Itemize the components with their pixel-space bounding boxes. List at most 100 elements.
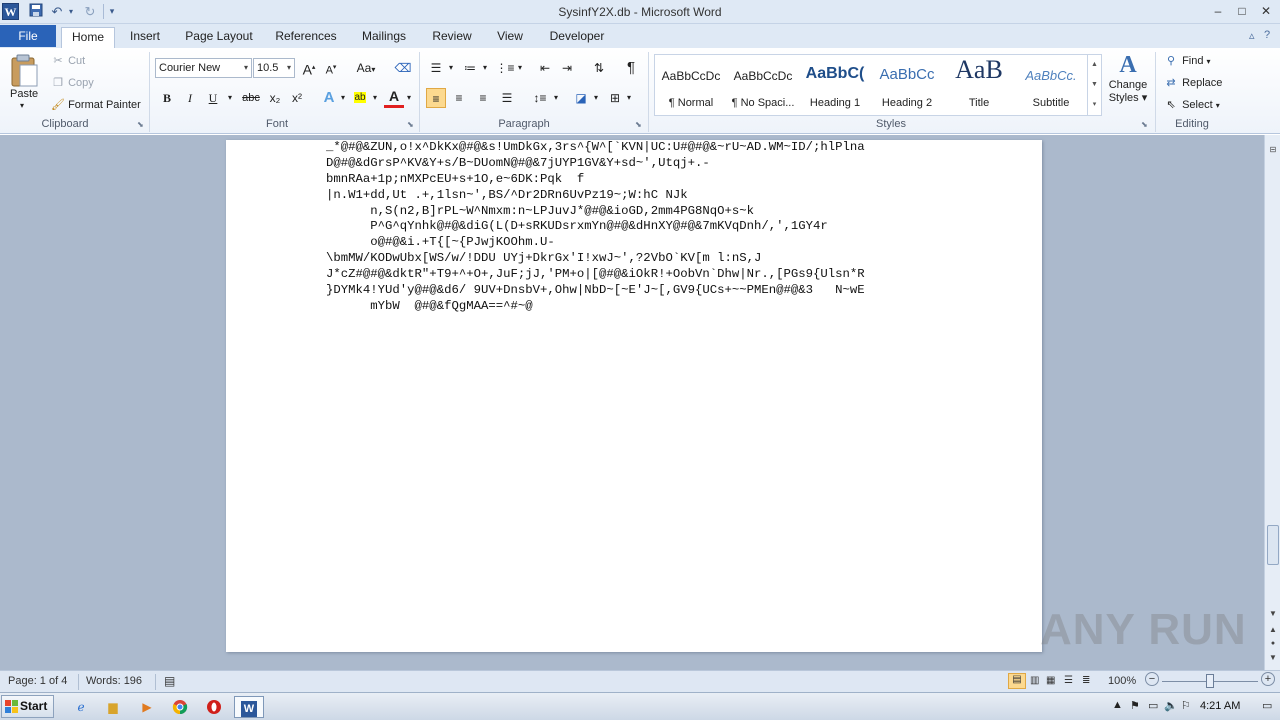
tab-mailings[interactable]: Mailings — [354, 27, 414, 48]
volume-icon[interactable]: 🔈 — [1164, 699, 1178, 712]
style-normal[interactable]: AaBbCcDc ¶ Normal — [655, 55, 727, 115]
clipboard-launcher-icon[interactable]: ⬊ — [137, 120, 144, 129]
zoom-slider-thumb[interactable] — [1206, 674, 1214, 688]
style-subtitle[interactable]: AaBbCc. Subtitle — [1015, 55, 1087, 115]
show-desktop-icon[interactable]: ▭ — [1262, 699, 1272, 712]
document-line[interactable]: mYbW @#@&fQgMAA==^#~@ — [326, 299, 1042, 315]
next-page-icon[interactable]: ▼ — [1266, 651, 1280, 665]
previous-page-icon[interactable]: ▲ — [1266, 623, 1280, 637]
shrink-font-icon[interactable]: A▾ — [321, 58, 341, 78]
increase-indent-icon[interactable]: ⇥ — [557, 58, 577, 78]
style-no-spacing[interactable]: AaBbCcDc ¶ No Spaci... — [727, 55, 799, 115]
replace-button[interactable]: ⇄ Replace — [1163, 76, 1222, 89]
tray-expand-icon[interactable]: ▲ — [1112, 699, 1123, 711]
cut-button[interactable]: ✂ Cut — [51, 54, 85, 67]
browse-object-icon[interactable]: ● — [1266, 637, 1280, 651]
text-effects-dropdown-icon[interactable]: ▾ — [338, 88, 348, 108]
format-painter-button[interactable]: 🖌 Format Painter — [51, 98, 141, 111]
help-icon[interactable]: ? — [1264, 29, 1270, 41]
action-center-icon[interactable]: ⚑ — [1130, 699, 1140, 712]
print-layout-view-icon[interactable]: ▤ — [1008, 673, 1026, 689]
numbering-dropdown-icon[interactable]: ▾ — [480, 58, 490, 78]
style-heading-1[interactable]: AaBbC( Heading 1 — [799, 55, 871, 115]
outline-view-icon[interactable]: ☰ — [1064, 675, 1073, 686]
clear-formatting-icon[interactable]: ⌫ — [393, 58, 413, 78]
font-size-dropdown[interactable]: 10.5 ▾ — [253, 58, 295, 78]
multilevel-dropdown-icon[interactable]: ▾ — [515, 58, 525, 78]
font-color-icon[interactable]: A — [384, 88, 404, 108]
shading-icon[interactable]: ◪ — [571, 88, 591, 108]
sort-icon[interactable]: ⇅ — [589, 58, 609, 78]
maximize-button[interactable]: □ — [1231, 2, 1253, 20]
show-hide-marks-icon[interactable]: ¶ — [621, 58, 641, 78]
vertical-scrollbar[interactable]: ⊟ ▼ ▲ ● ▼ — [1264, 135, 1280, 670]
minimize-ribbon-icon[interactable]: ▵ — [1249, 29, 1255, 42]
highlight-icon[interactable]: ab — [350, 88, 370, 108]
styles-launcher-icon[interactable]: ⬊ — [1141, 120, 1148, 129]
document-line[interactable]: bmnRAa+1p;nMXPcEU+s+1O,e~6DK:Pqk f — [326, 172, 1042, 188]
tab-developer[interactable]: Developer — [542, 27, 612, 48]
full-screen-reading-icon[interactable]: ▥ — [1030, 675, 1039, 686]
document-line[interactable]: n,S(n2,B]rPL~W^Nmxm:n~LPJuvJ*@#@&ioGD,2m… — [326, 204, 1042, 220]
gallery-more-icon[interactable]: ▾ — [1087, 95, 1101, 115]
tab-page-layout[interactable]: Page Layout — [180, 27, 258, 48]
paste-dropdown-icon[interactable]: ▾ — [20, 101, 24, 110]
file-explorer-icon[interactable]: ▆ — [100, 696, 126, 718]
word-count[interactable]: Words: 196 — [86, 675, 142, 687]
copy-button[interactable]: ❐ Copy — [51, 76, 94, 89]
document-line[interactable]: \bmMW/KODwUbx[WS/w/!DDU UYj+DkrGx'I!xwJ~… — [326, 251, 1042, 267]
line-spacing-dropdown-icon[interactable]: ▾ — [551, 88, 561, 108]
paragraph-launcher-icon[interactable]: ⬊ — [635, 120, 642, 129]
document-body[interactable]: _*@#@&ZUN,o!x^DkKx@#@&s!UmDkGx,3rs^{W^[`… — [326, 140, 1042, 315]
page-count[interactable]: Page: 1 of 4 — [8, 675, 67, 687]
align-center-icon[interactable]: ≡ — [449, 88, 469, 108]
change-case-button[interactable]: Aa▾ — [352, 58, 380, 78]
shading-dropdown-icon[interactable]: ▾ — [591, 88, 601, 108]
draft-view-icon[interactable]: ≣ — [1082, 675, 1090, 686]
chrome-icon[interactable] — [167, 696, 193, 718]
superscript-button[interactable]: x² — [287, 88, 307, 108]
italic-button[interactable]: I — [180, 88, 200, 108]
font-name-dropdown[interactable]: Courier New ▾ — [155, 58, 252, 78]
borders-dropdown-icon[interactable]: ▾ — [624, 88, 634, 108]
word-taskbar-icon[interactable]: W — [234, 696, 264, 718]
line-spacing-icon[interactable]: ↕≡ — [530, 88, 550, 108]
numbering-icon[interactable]: ≔ — [460, 58, 480, 78]
flag-icon[interactable]: ⚐ — [1181, 699, 1191, 712]
document-line[interactable]: P^G^qYnhk@#@&diG(L(D+sRKUDsrxmYn@#@&dHnX… — [326, 219, 1042, 235]
document-page[interactable]: _*@#@&ZUN,o!x^DkKx@#@&s!UmDkGx,3rs^{W^[`… — [226, 140, 1042, 652]
tab-file[interactable]: File — [0, 25, 56, 47]
document-line[interactable]: o@#@&i.+T{[~{PJwjKOOhm.U- — [326, 235, 1042, 251]
underline-dropdown-icon[interactable]: ▾ — [224, 88, 236, 108]
justify-icon[interactable]: ☰ — [497, 88, 517, 108]
ruler-toggle-icon[interactable]: ⊟ — [1266, 143, 1280, 157]
bold-button[interactable]: B — [157, 88, 177, 108]
align-left-icon[interactable]: ≡ — [426, 88, 446, 108]
paste-icon[interactable] — [8, 52, 40, 92]
bullets-icon[interactable]: ☰ — [426, 58, 446, 78]
close-button[interactable]: ✕ — [1255, 2, 1277, 20]
underline-button[interactable]: U — [203, 88, 223, 108]
decrease-indent-icon[interactable]: ⇤ — [535, 58, 555, 78]
borders-icon[interactable]: ⊞ — [605, 88, 625, 108]
gallery-scroll-down-icon[interactable]: ▼ — [1087, 75, 1101, 95]
zoom-in-button[interactable]: + — [1261, 672, 1275, 686]
zoom-out-button[interactable]: − — [1145, 672, 1159, 686]
internet-explorer-icon[interactable]: ℯ — [68, 696, 94, 718]
document-line[interactable]: D@#@&dGrsP^KV&Y+s/B~DUomN@#@&7jUYP1GV&Y+… — [326, 156, 1042, 172]
align-right-icon[interactable]: ≡ — [473, 88, 493, 108]
strikethrough-button[interactable]: abc — [239, 88, 263, 108]
network-icon[interactable]: ▭ — [1148, 699, 1158, 712]
font-launcher-icon[interactable]: ⬊ — [407, 120, 414, 129]
proofing-icon[interactable]: ▤ — [164, 674, 175, 688]
scroll-thumb[interactable] — [1267, 525, 1279, 565]
multilevel-list-icon[interactable]: ⋮≡ — [495, 58, 515, 78]
style-heading-2[interactable]: AaBbCc Heading 2 — [871, 55, 943, 115]
find-button[interactable]: ⚲ Find ▾ — [1163, 54, 1211, 67]
grow-font-icon[interactable]: A▴ — [299, 58, 319, 78]
paste-button[interactable]: Paste — [10, 88, 38, 100]
tab-view[interactable]: View — [490, 27, 530, 48]
minimize-button[interactable]: – — [1207, 2, 1229, 20]
tab-insert[interactable]: Insert — [122, 27, 168, 48]
document-line[interactable]: J*cZ#@#@&dktR"+T9+^+O+,JuF;jJ,'PM+o|[@#@… — [326, 267, 1042, 283]
